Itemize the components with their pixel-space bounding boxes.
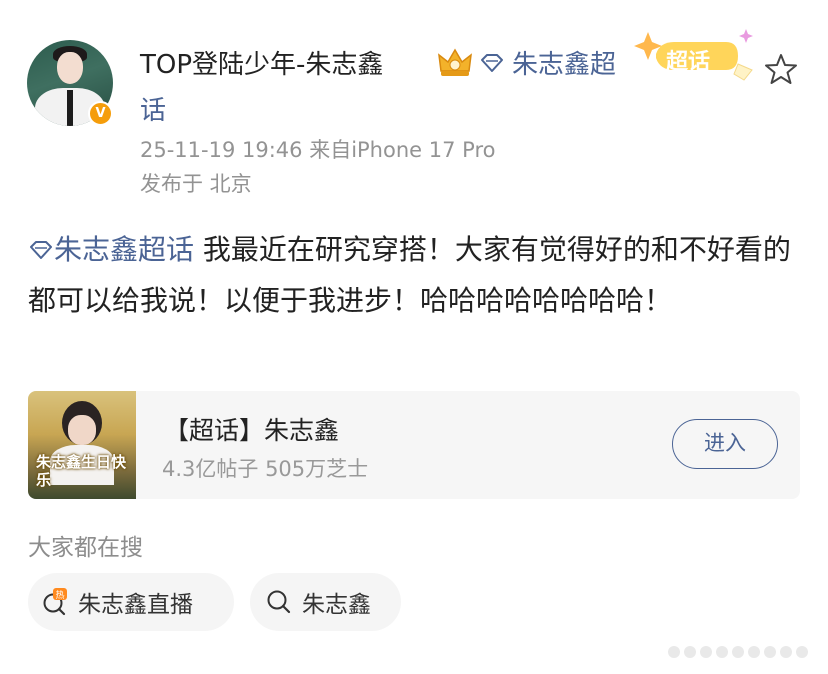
cover-caption: 朱志鑫生日快乐 [36,453,127,489]
enter-button[interactable]: 进入 [672,419,778,469]
diamond-icon [481,54,503,72]
search-chip-label: 朱志鑫 [302,592,371,618]
favorite-star-icon[interactable] [764,52,798,86]
search-chip-label: 朱志鑫直播 [78,592,193,618]
username[interactable]: TOP登陆少年-朱志鑫 [140,44,383,81]
diamond-icon [30,241,52,259]
supertopic-link-continued[interactable]: 话 [140,90,166,127]
watermark [668,640,808,664]
supertopic-card[interactable]: 朱志鑫生日快乐 【超话】朱志鑫 4.3亿帖子 505万芝士 进入 [28,391,800,499]
supertopic-stats: 4.3亿帖子 505万芝士 [162,457,369,481]
supertopic-cover-image: 朱志鑫生日快乐 [28,391,136,499]
post-location: 发布于 北京 [140,172,252,196]
search-icon [267,590,291,614]
svg-text:热: 热 [55,589,64,601]
post-time-source: 25-11-19 19:46 来自iPhone 17 Pro [140,138,496,162]
verified-badge: V [88,101,113,126]
post-text: 朱志鑫超话 我最近在研究穿搭！大家有觉得好的和不好看的都可以给我说！以便于我进步… [28,224,800,326]
supertopic-badge-label: 超话 [666,50,711,75]
crown-icon [438,48,472,76]
supertopic-title: 【超话】朱志鑫 [164,416,340,445]
post-topic-link[interactable]: 朱志鑫超话 [28,233,194,266]
trending-search-heading: 大家都在搜 [28,535,143,561]
search-chip[interactable]: 朱志鑫 [250,573,401,631]
hot-search-icon: 热 [43,588,67,616]
search-chip[interactable]: 热 朱志鑫直播 [28,573,234,631]
supertopic-link[interactable]: 朱志鑫超 [512,44,616,81]
